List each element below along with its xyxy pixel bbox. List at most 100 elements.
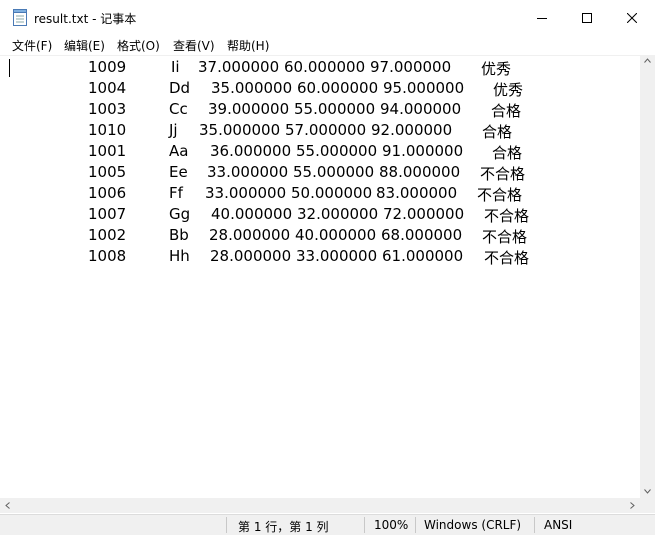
row-name: Jj [169,121,178,139]
status-separator [364,517,365,533]
row-score-3: 61.000000 [382,247,464,265]
row-score-2: 55.000000 [294,100,376,118]
menu-bar: 文件(F) 编辑(E) 格式(O) 查看(V) 帮助(H) [0,35,655,55]
row-grade: 不合格 [477,186,523,204]
row-score-1: 35.000000 [211,79,293,97]
row-score-2: 55.000000 [296,142,378,160]
row-score-1: 36.000000 [210,142,292,160]
encoding: ANSI [544,518,573,532]
row-score-3: 94.000000 [380,100,462,118]
row-grade: 不合格 [482,228,528,246]
minimize-icon [537,17,547,19]
close-icon [627,12,637,23]
text-line: 1006 Ff 33.000000 50.000000 83.000000 不合格 [0,184,640,205]
vertical-scrollbar[interactable] [640,55,655,498]
row-score-1: 35.000000 [199,121,281,139]
title-bar[interactable]: result.txt - 记事本 [0,0,655,35]
row-score-2: 40.000000 [295,226,377,244]
menu-edit[interactable]: 编辑(E) [64,37,105,54]
row-grade: 不合格 [480,165,526,183]
row-id: 1003 [88,100,127,118]
row-score-1: 39.000000 [208,100,290,118]
window-title: result.txt - 记事本 [34,12,137,26]
row-name: Cc [169,100,188,118]
maximize-button[interactable] [564,0,610,35]
status-separator [226,517,227,533]
row-id: 1004 [88,79,127,97]
scroll-right-icon[interactable] [630,502,635,509]
text-line: 1003 Cc 39.000000 55.000000 94.000000 合格 [0,100,640,121]
text-line: 1008 Hh 28.000000 33.000000 61.000000 不合格 [0,247,640,268]
row-score-2: 55.000000 [293,163,375,181]
scrollbar-corner [640,498,655,513]
text-line: 1007 Gg 40.000000 32.000000 72.000000 不合格 [0,205,640,226]
close-button[interactable] [609,0,655,35]
menu-view[interactable]: 查看(V) [173,37,215,54]
text-line: 1005 Ee 33.000000 55.000000 88.000000 不合格 [0,163,640,184]
row-id: 1006 [88,184,127,202]
row-score-2: 57.000000 [285,121,367,139]
row-grade: 优秀 [493,81,524,99]
menu-file[interactable]: 文件(F) [12,37,52,54]
row-score-3: 83.000000 [376,184,458,202]
status-bar: 第 1 行，第 1 列 100% Windows (CRLF) ANSI [0,514,655,535]
row-id: 1009 [88,58,127,76]
row-name: Ii [171,58,180,76]
row-score-3: 97.000000 [370,58,452,76]
row-score-1: 37.000000 [198,58,280,76]
text-line: 1004 Dd 35.000000 60.000000 95.000000 优秀 [0,79,640,100]
row-score-2: 60.000000 [297,79,379,97]
menu-format[interactable]: 格式(O) [117,37,160,54]
text-line: 1010 Jj 35.000000 57.000000 92.000000 合格 [0,121,640,142]
row-score-3: 91.000000 [382,142,464,160]
row-score-1: 33.000000 [207,163,289,181]
row-score-2: 50.000000 [291,184,373,202]
row-grade: 不合格 [484,249,530,267]
zoom-level: 100% [374,518,409,532]
row-name: Hh [169,247,190,265]
row-id: 1008 [88,247,127,265]
row-score-3: 92.000000 [371,121,453,139]
row-id: 1001 [88,142,127,160]
scroll-down-icon[interactable] [644,489,651,494]
row-score-2: 60.000000 [284,58,366,76]
row-name: Aa [169,142,189,160]
row-score-1: 33.000000 [205,184,287,202]
text-line: 1002 Bb 28.000000 40.000000 68.000000 不合格 [0,226,640,247]
horizontal-scrollbar[interactable] [0,498,640,513]
scroll-left-icon[interactable] [5,502,10,509]
text-editor[interactable]: 1009 Ii 37.000000 60.000000 97.000000 优秀 1004 D… [0,55,640,499]
text-line: 1009 Ii 37.000000 60.000000 97.000000 优秀 [0,58,640,79]
menu-help[interactable]: 帮助(H) [227,37,269,54]
status-separator [415,517,416,533]
maximize-icon [582,12,592,23]
row-grade: 优秀 [481,60,512,78]
status-separator [534,517,535,533]
row-id: 1005 [88,163,127,181]
row-score-2: 33.000000 [296,247,378,265]
row-score-1: 40.000000 [211,205,293,223]
row-name: Ff [169,184,183,202]
line-ending: Windows (CRLF) [424,518,522,532]
row-id: 1010 [88,121,127,139]
row-id: 1007 [88,205,127,223]
text-line: 1001 Aa 36.000000 55.000000 91.000000 合格 [0,142,640,163]
row-score-1: 28.000000 [210,247,292,265]
row-grade: 合格 [491,102,522,120]
row-name: Bb [169,226,189,244]
row-name: Ee [169,163,188,181]
notepad-icon [13,9,27,26]
row-score-3: 95.000000 [383,79,465,97]
scroll-up-icon[interactable] [644,58,651,63]
row-score-2: 32.000000 [297,205,379,223]
row-score-1: 28.000000 [209,226,291,244]
row-grade: 合格 [492,144,523,162]
row-score-3: 88.000000 [379,163,461,181]
minimize-button[interactable] [519,0,565,35]
row-score-3: 72.000000 [383,205,465,223]
row-grade: 不合格 [484,207,530,225]
row-name: Dd [169,79,191,97]
row-name: Gg [169,205,191,223]
row-grade: 合格 [482,123,513,141]
row-score-3: 68.000000 [381,226,463,244]
